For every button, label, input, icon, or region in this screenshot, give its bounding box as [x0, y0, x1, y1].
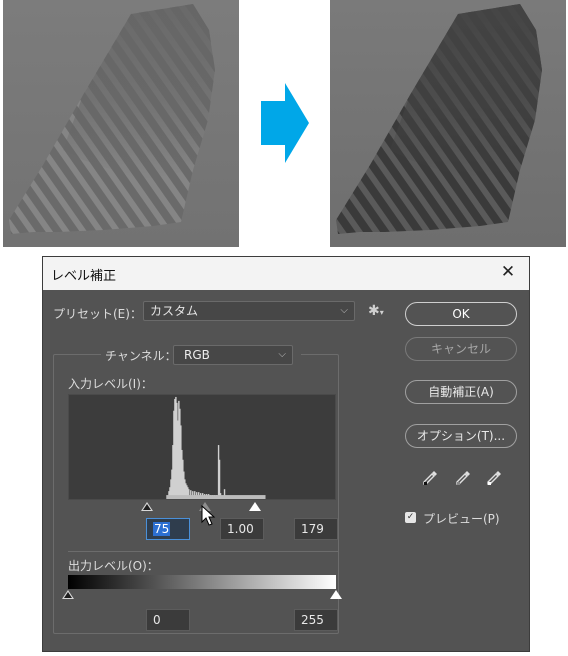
output-slider[interactable]: [62, 590, 342, 602]
channel-select[interactable]: RGB ⌵: [173, 345, 293, 365]
output-gradient-bar: [68, 575, 336, 589]
gray-eyedropper-icon[interactable]: [454, 469, 472, 487]
output-white-field[interactable]: 255: [294, 609, 338, 631]
after-photo: [330, 0, 566, 247]
input-black-slider-handle[interactable]: [141, 502, 153, 511]
output-levels-label: 出力レベル(O)：: [68, 559, 159, 573]
mouse-cursor-icon: [201, 505, 216, 526]
before-photo: [3, 0, 239, 247]
preset-value: カスタム: [150, 304, 199, 318]
before-photo-graphic: [3, 0, 239, 247]
chevron-down-icon: ⌵: [278, 349, 286, 360]
input-black-field[interactable]: 75: [146, 518, 190, 540]
dialog-titlebar: レベル補正 ✕: [43, 257, 529, 290]
ok-button[interactable]: OK: [405, 302, 517, 326]
divider: [68, 551, 338, 552]
black-eyedropper-icon[interactable]: [421, 469, 439, 487]
chevron-down-icon: ⌵: [340, 305, 348, 316]
gear-icon[interactable]: ✱▾: [368, 303, 384, 319]
preview-label: プレビュー(P): [423, 512, 500, 526]
channel-label: チャンネル：: [105, 349, 177, 363]
input-white-slider-handle[interactable]: [249, 502, 261, 511]
white-eyedropper-icon[interactable]: [485, 469, 503, 487]
preview-checkbox[interactable]: ✓: [405, 512, 416, 523]
input-levels-label: 入力レベル(I)：: [68, 377, 153, 391]
input-gamma-field[interactable]: 1.00: [220, 518, 264, 540]
options-button[interactable]: オプション(T)...: [405, 424, 517, 448]
auto-button[interactable]: 自動補正(A): [405, 380, 517, 404]
output-black-field[interactable]: 0: [146, 609, 190, 631]
input-white-field[interactable]: 179: [294, 518, 338, 540]
histogram-graphic: [166, 396, 266, 499]
after-photo-graphic: [330, 0, 566, 247]
levels-dialog: レベル補正 ✕ プリセット(E)： カスタム ⌵ ✱▾ チャンネル： RGB ⌵…: [42, 256, 530, 652]
right-arrow-icon: [261, 83, 309, 163]
dialog-title: レベル補正: [51, 269, 117, 284]
channel-value: RGB: [184, 348, 210, 362]
output-white-slider-handle[interactable]: [330, 590, 342, 599]
close-icon[interactable]: ✕: [497, 261, 519, 283]
preset-label: プリセット(E)：: [53, 307, 142, 321]
preset-select[interactable]: カスタム ⌵: [143, 301, 355, 321]
cancel-button[interactable]: キャンセル: [405, 337, 517, 361]
histogram: [68, 394, 336, 500]
output-black-slider-handle[interactable]: [62, 590, 74, 599]
